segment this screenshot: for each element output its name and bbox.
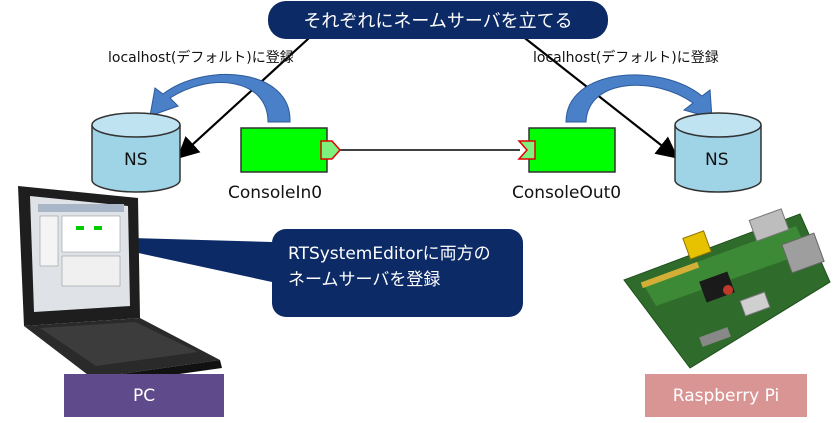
component-consoleout	[517, 127, 616, 173]
inport-icon	[517, 140, 536, 160]
raspberry-pi-label: Raspberry Pi	[672, 385, 780, 406]
consoleout-label: ConsoleOut0	[512, 183, 622, 203]
register-note-left: localhost(デフォルト)に登録	[108, 50, 294, 66]
title-pill: それぞれにネームサーバを立てる	[268, 1, 608, 39]
laptop-illustration	[18, 186, 222, 386]
raspberry-pi-illustration	[623, 208, 831, 369]
register-arrow-right	[565, 74, 713, 123]
ns-label-left: NS	[124, 150, 148, 170]
register-note-right: localhost(デフォルト)に登録	[533, 50, 719, 66]
title-text: それぞれにネームサーバを立てる	[303, 11, 573, 32]
pc-label: PC	[132, 385, 156, 406]
component-consolein	[240, 127, 342, 173]
callout-line-1: RTSystemEditorに両方の	[288, 244, 491, 264]
consolein-label: ConsoleIn0	[228, 183, 323, 203]
outport-icon	[320, 140, 342, 160]
callout-line-2: ネームサーバを登録	[288, 270, 441, 290]
rtsystemeditor-callout: RTSystemEditorに両方の ネームサーバを登録	[272, 229, 523, 317]
register-arrow-left	[149, 74, 291, 123]
ns-label-right: NS	[705, 150, 729, 170]
